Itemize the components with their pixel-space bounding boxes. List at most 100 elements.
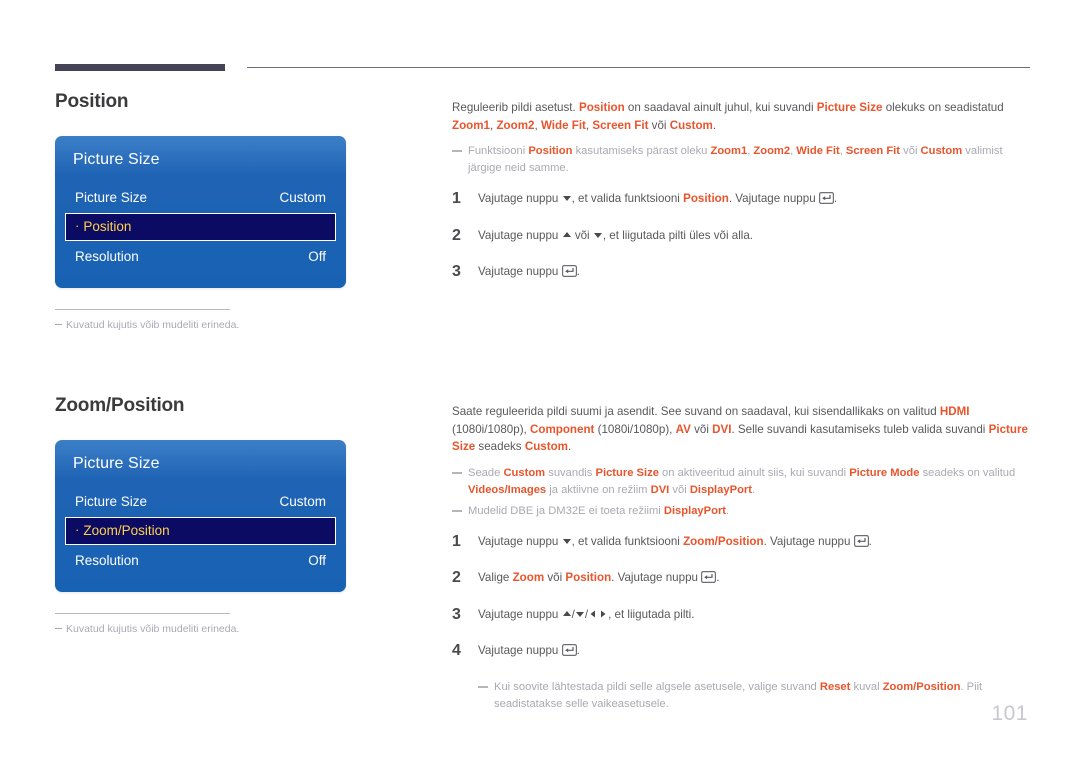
arrow-down-icon — [562, 193, 572, 203]
t: olekuks on seadistatud — [882, 101, 1004, 114]
osd-row-position-selected[interactable]: · Position — [65, 212, 336, 241]
kw-displayport: DisplayPort — [689, 483, 752, 496]
kw-screen-fit: Screen Fit — [592, 118, 649, 132]
osd-footnote-zoom-position: Kuvatud kujutis võib mudeliti erineda. — [55, 612, 239, 636]
t: Vajutage nuppu — [478, 265, 562, 279]
arrow-down-icon — [575, 609, 585, 619]
osd-row-label: Picture Size — [75, 189, 148, 205]
step-number: 1 — [452, 532, 461, 550]
t: Saate reguleerida pildi suumi ja asendit… — [452, 405, 940, 418]
kw-custom: Custom — [920, 145, 963, 158]
osd-row-resolution[interactable]: Resolution Off — [55, 546, 346, 575]
osd-row-picture-size[interactable]: Picture Size Custom — [55, 183, 346, 212]
zoomposition-note-1: Seade Custom suvandis Picture Size on ak… — [452, 465, 1032, 499]
step-item: 2 Valige Zoom või Position. Vajutage nupp… — [452, 569, 1032, 586]
t: , et valida funktsiooni — [571, 534, 684, 548]
top-rule — [55, 64, 1030, 74]
kw-videos-images: Videos/Images — [468, 483, 547, 496]
osd-row-label: Zoom/Position — [83, 523, 170, 539]
t: . — [833, 192, 838, 206]
kw-wide-fit: Wide Fit — [796, 145, 840, 158]
kw-reset: Reset — [819, 681, 851, 694]
osd-row-value: Custom — [279, 493, 326, 509]
enter-key-icon — [561, 265, 577, 278]
kw-picture-size: Picture Size — [816, 101, 883, 114]
t: Reguleerib pildi asetust. — [452, 101, 579, 114]
t: Vajutage nuppu — [478, 192, 562, 206]
t: või — [900, 145, 921, 158]
position-intro-paragraph: Reguleerib pildi asetust. Position on sa… — [452, 99, 1032, 134]
t: . — [567, 440, 572, 454]
enter-key-icon — [853, 534, 869, 547]
t: on aktiveeritud ainult siis, kui suvandi — [658, 466, 850, 479]
step-item: 1 Vajutage nuppu , et valida funktsiooni … — [452, 533, 1032, 550]
zoomposition-intro-paragraph: Saate reguleerida pildi suumi ja asendit… — [452, 403, 1032, 456]
step-number: 3 — [452, 605, 461, 623]
zoomposition-right-column: Saate reguleerida pildi suumi ja asendit… — [452, 403, 1032, 717]
kw-zoom-position: Zoom/Position — [882, 681, 961, 694]
t: kuval — [850, 681, 883, 694]
t: suvandis — [545, 466, 596, 479]
osd-footnote-text-wrap: Kuvatud kujutis võib mudeliti erineda. — [55, 318, 239, 332]
osd-menu-zoom-position[interactable]: Picture Size Picture Size Custom · Zoom/P… — [55, 439, 346, 592]
t: . Vajutage nuppu — [763, 534, 854, 548]
enter-key-icon — [818, 192, 834, 205]
t: . — [576, 265, 580, 279]
osd-row-value: Off — [308, 552, 326, 568]
note-dash-icon — [452, 509, 462, 512]
t: , et liigutada pilti üles või alla. — [602, 228, 754, 242]
osd-title: Picture Size — [73, 454, 160, 472]
t: seadeks — [475, 440, 525, 454]
kw-custom: Custom — [524, 440, 568, 454]
position-left-column: Position Picture Size Picture Size Custo… — [55, 91, 435, 332]
osd-row-value: Off — [308, 248, 326, 264]
step-number: 1 — [452, 190, 461, 208]
t: (1080i/1080p), — [452, 422, 530, 436]
arrow-down-icon — [562, 536, 572, 546]
arrow-up-icon — [562, 230, 572, 240]
kw-zoom2: Zoom2 — [496, 118, 535, 132]
t: Funktsiooni — [468, 145, 529, 158]
t: või — [544, 571, 566, 585]
position-right-column: Reguleerib pildi asetust. Position on sa… — [452, 99, 1032, 299]
t: Mudelid DBE ja DM32E ei toeta režiimi — [468, 504, 664, 517]
t: kasutamiseks pärast oleku — [572, 145, 711, 158]
t: . — [726, 504, 730, 517]
zoomposition-left-column: Zoom/Position Picture Size Picture Size … — [55, 395, 435, 636]
osd-row-label: Resolution — [75, 248, 139, 264]
osd-row-resolution[interactable]: Resolution Off — [55, 242, 346, 271]
osd-row-label: Picture Size — [75, 493, 148, 509]
t: (1080i/1080p), — [594, 422, 676, 436]
step-item: 1 Vajutage nuppu , et valida funktsiooni … — [452, 190, 1032, 207]
step-item: 3 Vajutage nuppu / /, et liigutada pilti. — [452, 606, 1032, 623]
kw-hdmi: HDMI — [939, 405, 970, 418]
kw-zoom-position: Zoom/Position — [683, 534, 764, 548]
t: või — [690, 422, 713, 436]
top-rule-thin-line — [247, 67, 1030, 68]
t: Seade — [468, 466, 504, 479]
t: Vajutage nuppu — [478, 644, 562, 658]
kw-dvi: DVI — [712, 422, 732, 436]
dash-icon — [55, 627, 62, 629]
t: Vajutage nuppu — [478, 607, 562, 621]
osd-footnote-text: Kuvatud kujutis võib mudeliti erineda. — [66, 318, 240, 331]
osd-menu-position[interactable]: Picture Size Picture Size Custom · Positi… — [55, 135, 346, 288]
kw-zoom1: Zoom1 — [452, 118, 491, 132]
kw-picture-size: Picture Size — [595, 466, 659, 479]
t: , et valida funktsiooni — [571, 192, 684, 206]
osd-row-label-wrap: · Position — [75, 218, 131, 234]
note-dash-icon — [452, 150, 462, 153]
kw-displayport: DisplayPort — [663, 504, 727, 517]
kw-zoom2: Zoom2 — [753, 145, 791, 158]
kw-position: Position — [683, 192, 729, 206]
t: ja aktiivne on režiim — [546, 483, 651, 496]
osd-row-zoom-position-selected[interactable]: · Zoom/Position — [65, 516, 336, 545]
osd-row-picture-size[interactable]: Picture Size Custom — [55, 487, 346, 516]
kw-component: Component — [530, 422, 595, 436]
kw-dvi: DVI — [650, 483, 670, 496]
osd-footnote-rule — [55, 612, 230, 614]
kw-custom: Custom — [669, 118, 713, 132]
t: Kui soovite lähtestada pildi selle algse… — [494, 681, 820, 694]
arrow-left-icon — [588, 609, 598, 619]
t: on saadaval ainult juhul, kui suvandi — [624, 101, 817, 114]
